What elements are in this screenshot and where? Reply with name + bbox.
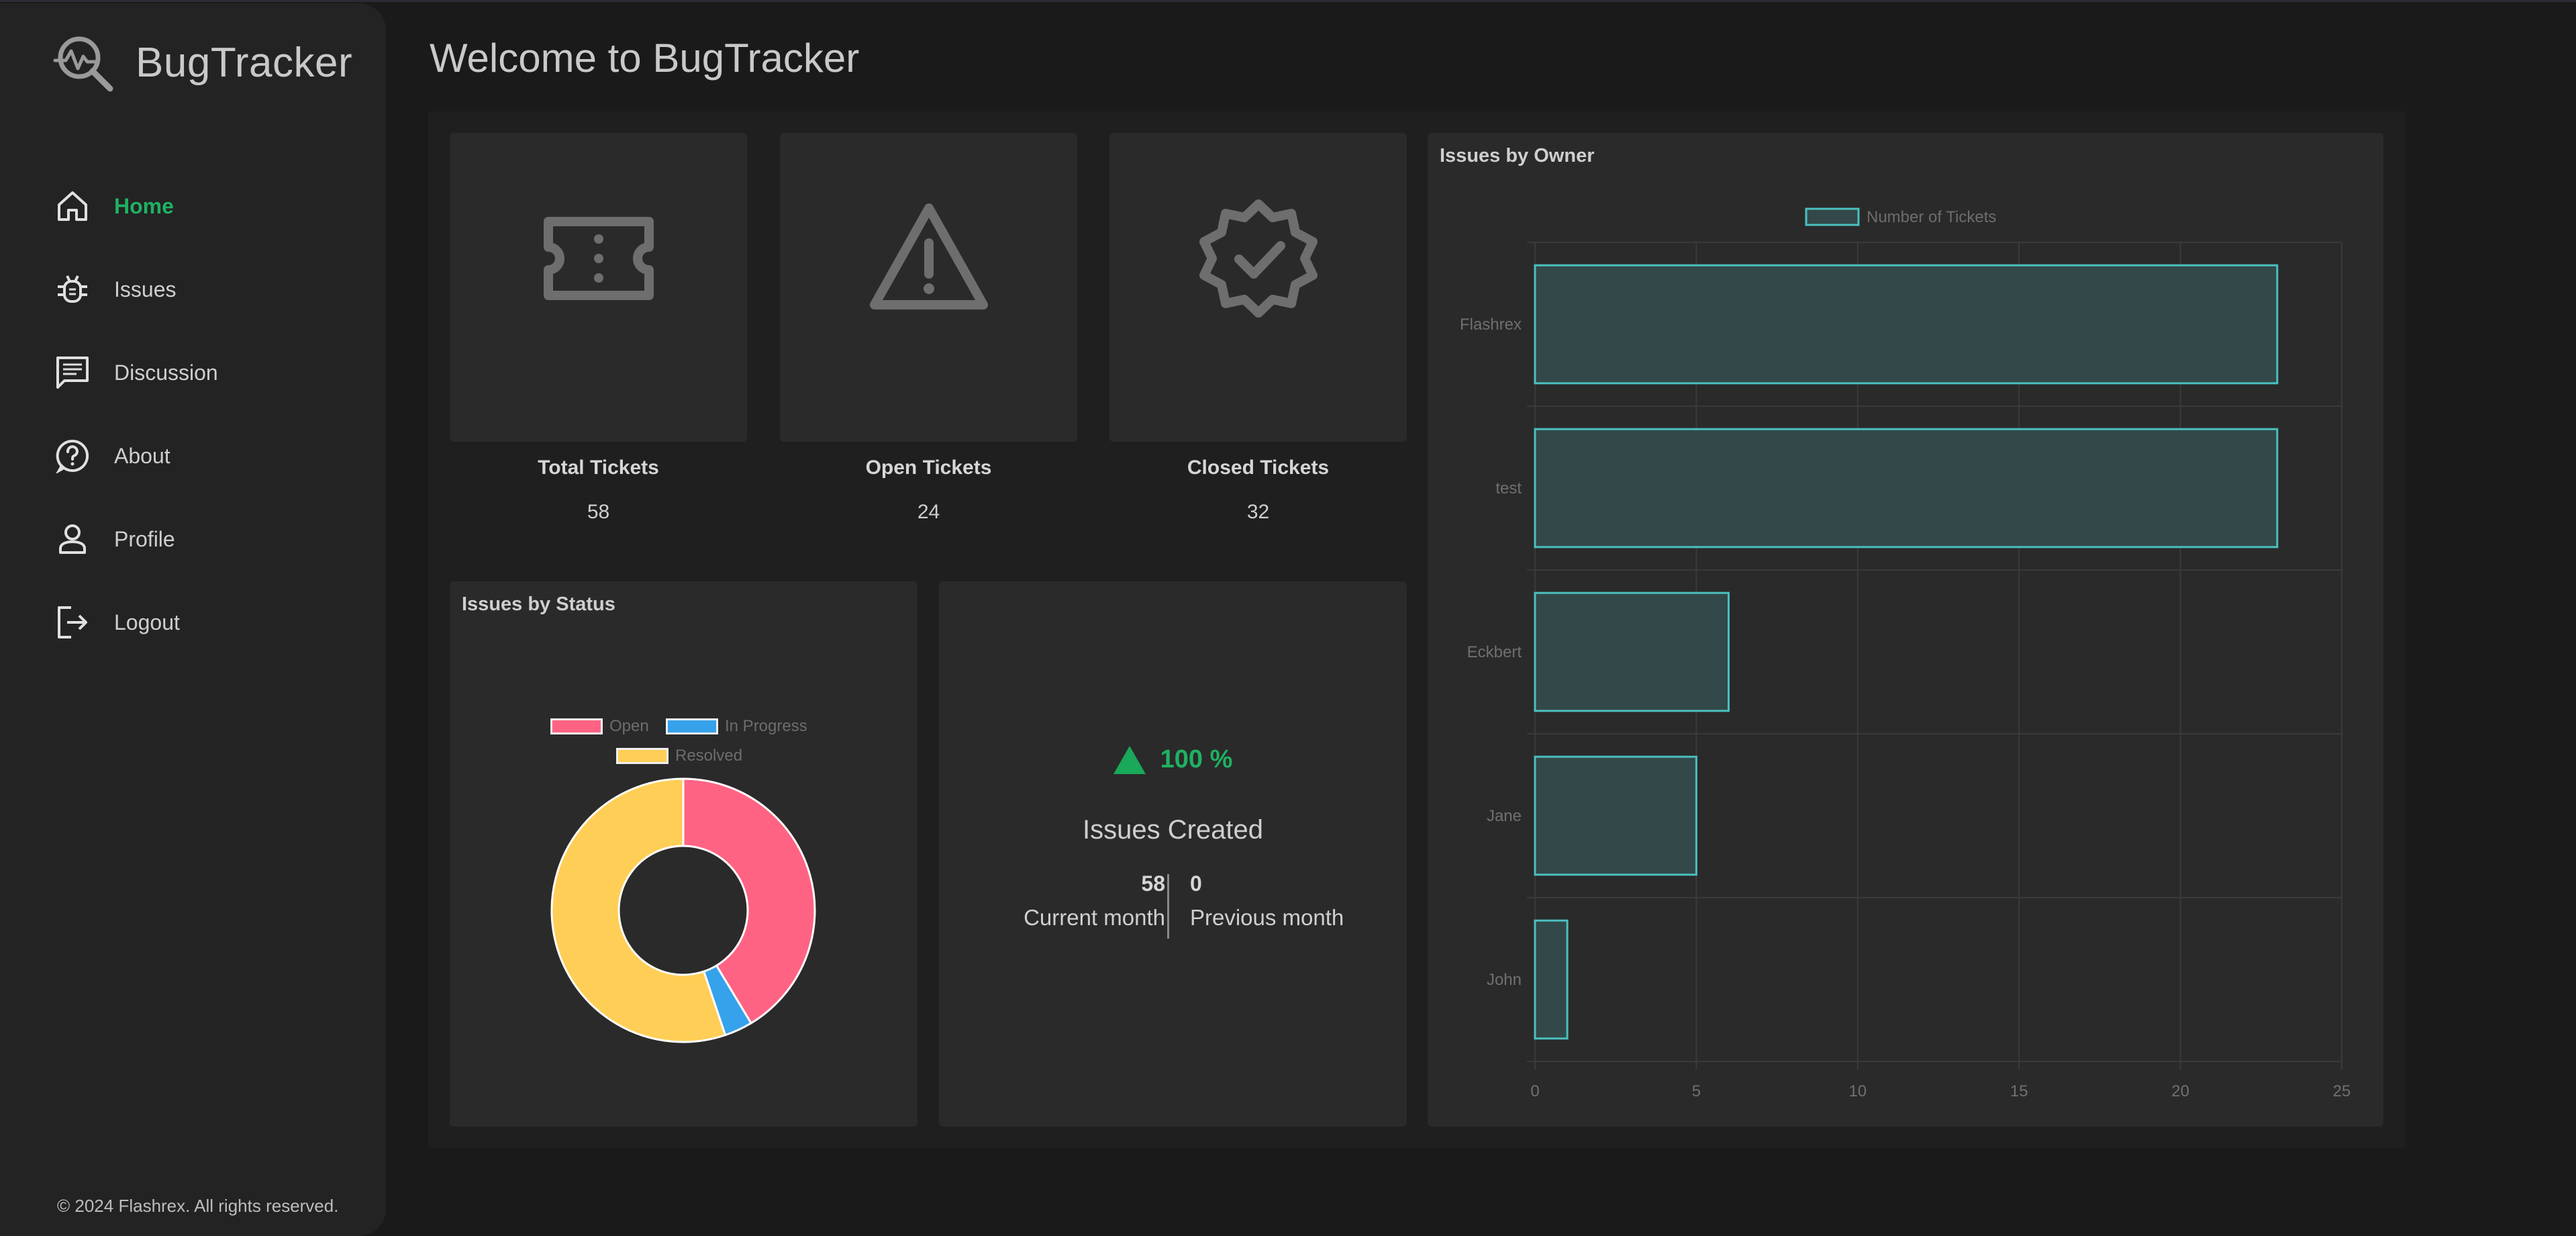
stat-value: 58 [587,501,610,523]
stat-label: Closed Tickets [1187,457,1330,479]
legend-item-in-progress[interactable]: In Progress [666,717,807,736]
donut-slice-resolved[interactable] [550,777,727,1043]
legend-swatch [616,748,668,764]
donut-slice-in-progress[interactable] [702,964,753,1037]
x-tick-label: 0 [1530,1082,1539,1100]
previous-month-value: 0 [1190,871,1202,896]
x-tick-label: 10 [1848,1082,1867,1100]
current-month-value: 58 [1141,871,1165,896]
legend-swatch [550,718,603,734]
user-icon [54,520,91,558]
legend-label: Resolved [675,747,743,765]
current-month: 58 Current month [1024,869,1165,937]
logout-icon [54,604,91,641]
home-icon [54,187,91,225]
sidebar-item-label: Issues [114,277,177,301]
brand-name: BugTracker [136,39,353,86]
bar-jane[interactable] [1534,755,1697,876]
open-tickets-card[interactable]: Open Tickets 24 [780,133,1077,523]
legend-item-resolved[interactable]: Resolved [616,747,742,765]
stat-value: 32 [1246,501,1270,523]
sidebar-item-label: Home [114,193,174,218]
x-tick-label: 5 [1692,1082,1701,1100]
legend-item-open[interactable]: Open [550,717,649,736]
legend-label: Number of Tickets [1867,208,1996,226]
y-tick-label: Flashrex [1460,316,1522,334]
sidebar-item-logout[interactable]: Logout [54,581,218,664]
x-tick-label: 20 [2171,1082,2189,1100]
bug-magnifier-logo-icon [53,36,113,92]
chat-icon [54,354,91,391]
stat-value: 24 [917,501,940,523]
y-tick-label: test [1495,479,1522,497]
x-tick-label: 25 [2333,1082,2351,1100]
y-tick-label: Eckbert [1467,643,1522,661]
sidebar-item-issues[interactable]: Issues [54,248,218,331]
stat-label: Total Tickets [538,457,659,479]
total-tickets-card[interactable]: Total Tickets 58 [450,133,747,523]
legend-label: Open [609,717,649,735]
x-tick-label: 15 [2010,1082,2028,1100]
sidebar-item-label: About [114,443,170,468]
y-tick-label: John [1487,971,1522,989]
month-comparison: 58 Current month 0 Previous month [939,869,1407,939]
chart-title: Issues by Status [462,593,615,615]
status-donut-chart [550,777,816,1043]
stat-label: Open Tickets [865,457,992,479]
verified-badge-icon [1199,199,1318,318]
legend-label: In Progress [725,717,807,735]
sidebar-item-label: Discussion [114,360,218,385]
issues-created-label: Issues Created [1082,815,1264,845]
legend-item-number-of-tickets[interactable]: Number of Tickets [1805,207,1996,226]
sidebar-item-about[interactable]: About [54,414,218,497]
sidebar-item-profile[interactable]: Profile [54,497,218,581]
issues-created-card: 100 % Issues Created 58 Current month 0 … [939,581,1407,1127]
y-tick-label: Jane [1487,807,1522,825]
legend-swatch [666,718,718,734]
ticket-icon [543,217,654,300]
owner-bar-chart: Number of Tickets 0 5 10 15 20 25 Flashrex test E… [1460,207,2351,1100]
sidebar-item-discussion[interactable]: Discussion [54,331,218,414]
current-month-label: Current month [1024,905,1165,930]
trend-value: 100 % [1160,745,1233,773]
warning-icon [869,203,988,310]
sidebar-nav: Home Issues Discussion About Profile Log… [54,164,218,664]
previous-month-label: Previous month [1190,905,1344,930]
divider [1167,874,1169,939]
previous-month: 0 Previous month [1190,869,1344,937]
sidebar-item-label: Logout [114,610,180,634]
bar-eckbert[interactable] [1534,591,1730,712]
bug-icon [54,271,91,308]
issues-by-status-card: Issues by Status Open In Progress Resolv… [450,581,918,1127]
closed-tickets-card[interactable]: Closed Tickets 32 [1109,133,1407,523]
sidebar-item-label: Profile [114,526,175,551]
top-border [0,0,2576,2]
bar-flashrex[interactable] [1534,264,2279,385]
donut-slice-open[interactable] [682,777,816,1025]
page-title: Welcome to BugTracker [430,36,860,81]
sidebar-item-home[interactable]: Home [54,164,218,248]
bar-test[interactable] [1534,428,2279,549]
issues-by-owner-card: Issues by Owner Number of Tickets 0 5 10 15 2… [1428,133,2383,1127]
brand[interactable]: BugTracker [52,30,352,95]
trend-up-icon [1113,745,1146,774]
copyright-footer: © 2024 Flashrex. All rights reserved. [57,1196,339,1216]
sidebar: BugTracker Home Issues Discussion About … [0,3,386,1236]
help-circle-icon [54,437,91,475]
legend-swatch [1805,207,1860,226]
bar-john[interactable] [1534,919,1569,1040]
trend: 100 % [939,745,1407,774]
